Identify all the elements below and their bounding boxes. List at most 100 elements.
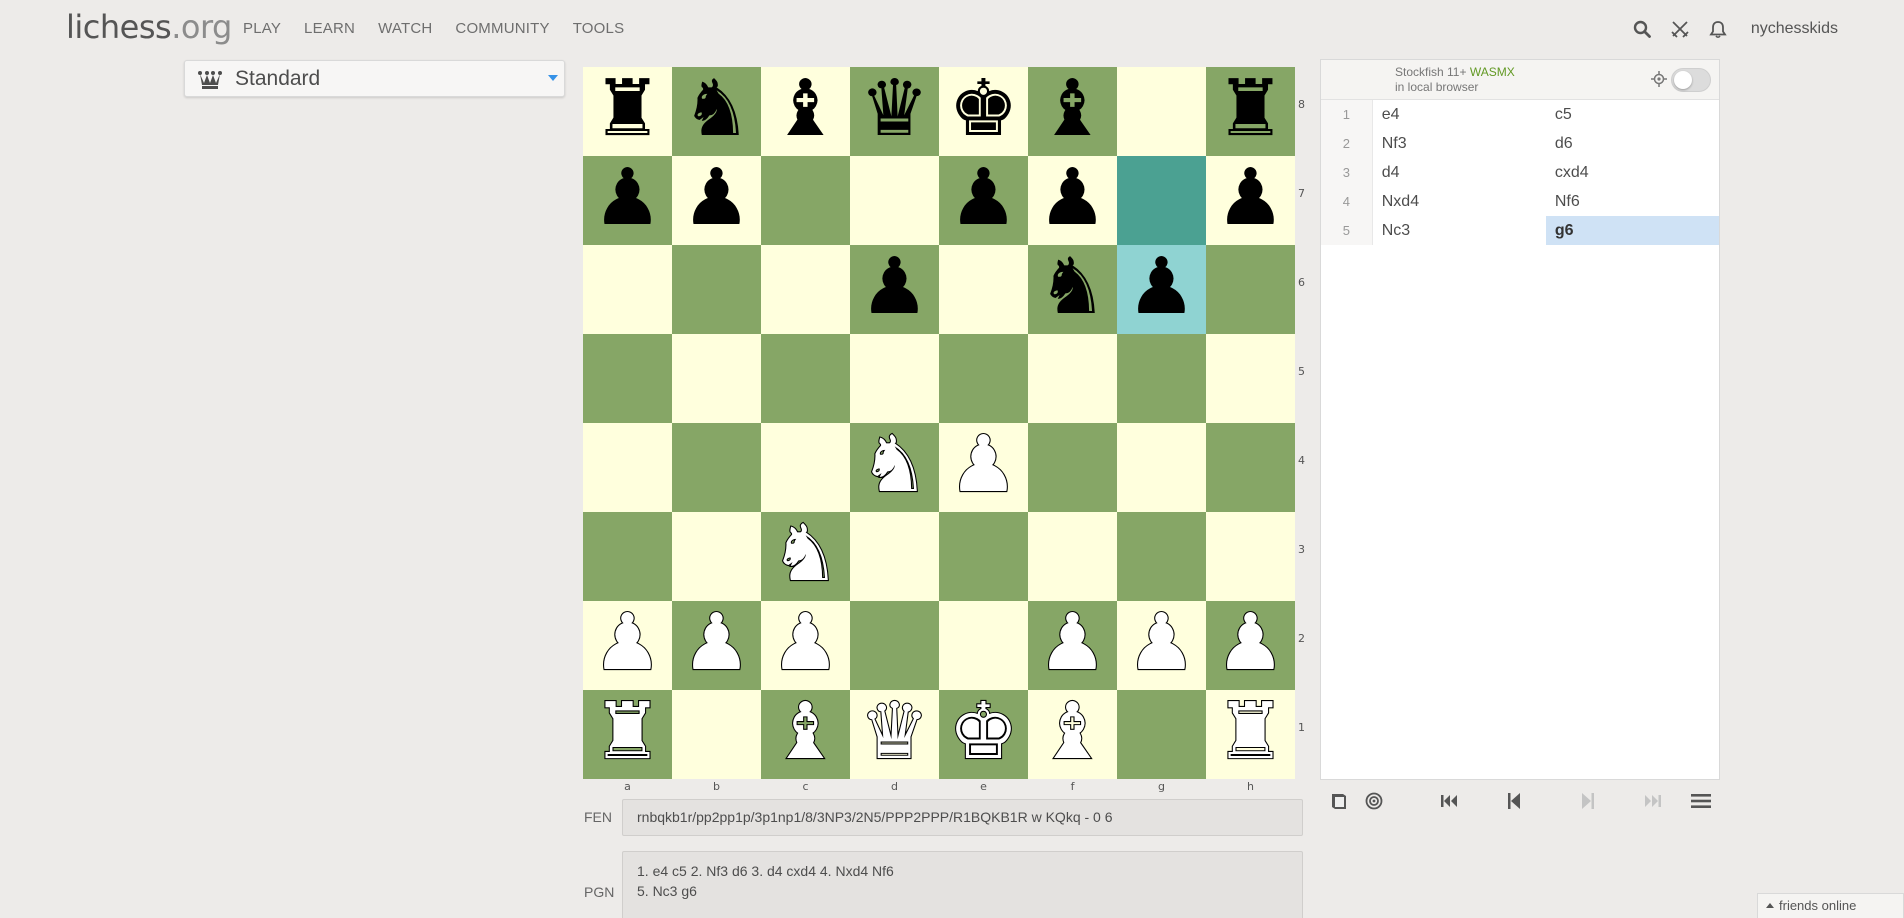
site-logo[interactable]: lichess.org (66, 8, 232, 46)
engine-toggle[interactable] (1671, 68, 1711, 92)
square-a7[interactable]: ♟ (583, 156, 672, 245)
black-bishop-icon[interactable]: ♝ (1038, 70, 1108, 148)
square-f5[interactable] (1028, 334, 1117, 423)
square-b6[interactable] (672, 245, 761, 334)
square-d2[interactable] (850, 601, 939, 690)
nav-learn[interactable]: LEARN (304, 20, 355, 37)
next-move-icon[interactable] (1577, 790, 1599, 812)
square-g1[interactable] (1117, 690, 1206, 779)
square-e4[interactable]: ♟ (939, 423, 1028, 512)
black-move[interactable]: g6 (1545, 216, 1720, 245)
first-move-icon[interactable] (1438, 790, 1460, 812)
black-pawn-icon[interactable]: ♟ (1127, 248, 1197, 326)
black-move[interactable]: Nf6 (1546, 187, 1719, 216)
square-a2[interactable]: ♟ (583, 601, 672, 690)
white-rook-icon[interactable]: ♜ (591, 691, 663, 771)
white-king-icon[interactable]: ♚ (947, 691, 1019, 771)
white-move[interactable]: Nxd4 (1373, 187, 1546, 216)
square-a6[interactable] (583, 245, 672, 334)
square-e2[interactable] (939, 601, 1028, 690)
square-d5[interactable] (850, 334, 939, 423)
square-c8[interactable]: ♝ (761, 67, 850, 156)
square-g3[interactable] (1117, 512, 1206, 601)
black-rook-icon[interactable]: ♜ (593, 70, 663, 148)
square-e8[interactable]: ♚ (939, 67, 1028, 156)
square-h3[interactable] (1206, 512, 1295, 601)
square-a5[interactable] (583, 334, 672, 423)
square-d7[interactable] (850, 156, 939, 245)
white-pawn-icon[interactable]: ♟ (591, 602, 663, 682)
fen-input[interactable]: rnbqkb1r/pp2pp1p/3p1np1/8/3NP3/2N5/PPP2P… (622, 799, 1303, 836)
black-pawn-icon[interactable]: ♟ (1038, 159, 1108, 237)
square-e1[interactable]: ♚ (939, 690, 1028, 779)
nav-play[interactable]: PLAY (243, 20, 281, 37)
square-c6[interactable] (761, 245, 850, 334)
bell-icon[interactable] (1707, 18, 1729, 40)
square-a8[interactable]: ♜ (583, 67, 672, 156)
book-icon[interactable] (1328, 790, 1350, 812)
nav-community[interactable]: COMMUNITY (455, 20, 549, 37)
chess-board[interactable]: ♜ ♞ ♝ ♛ ♚ ♝ ♜ ♟ ♟ ♟ ♟ ♟ ♟ ♞ ♟ ♞ ♟ ♞ ♟ ♟ ♟ ♟ ♟ ♟ ♜ ♝ ♛ ♚ ♝ ♜ (583, 67, 1295, 779)
square-e3[interactable] (939, 512, 1028, 601)
white-pawn-icon[interactable]: ♟ (680, 602, 752, 682)
search-icon[interactable] (1631, 18, 1653, 40)
variant-select[interactable]: Standard (184, 60, 565, 97)
square-h4[interactable] (1206, 423, 1295, 512)
square-f3[interactable] (1028, 512, 1117, 601)
square-g4[interactable] (1117, 423, 1206, 512)
square-b8[interactable]: ♞ (672, 67, 761, 156)
crosshair-icon[interactable] (1651, 71, 1667, 87)
black-knight-icon[interactable]: ♞ (1038, 248, 1108, 326)
black-rook-icon[interactable]: ♜ (1216, 70, 1286, 148)
square-c1[interactable]: ♝ (761, 690, 850, 779)
pgn-textarea[interactable]: 1. e4 c5 2. Nf3 d6 3. d4 cxd4 4. Nxd4 Nf… (622, 851, 1303, 918)
square-h8[interactable]: ♜ (1206, 67, 1295, 156)
black-pawn-icon[interactable]: ♟ (593, 159, 663, 237)
square-e7[interactable]: ♟ (939, 156, 1028, 245)
square-f8[interactable]: ♝ (1028, 67, 1117, 156)
square-a3[interactable] (583, 512, 672, 601)
user-menu[interactable]: nychesskids (1751, 20, 1838, 38)
white-move[interactable]: Nc3 (1373, 216, 1546, 245)
black-pawn-icon[interactable]: ♟ (860, 248, 930, 326)
black-pawn-icon[interactable]: ♟ (1216, 159, 1286, 237)
white-bishop-icon[interactable]: ♝ (769, 691, 841, 771)
square-h2[interactable]: ♟ (1206, 601, 1295, 690)
black-king-icon[interactable]: ♚ (949, 70, 1019, 148)
black-move[interactable]: c5 (1546, 100, 1719, 129)
square-f4[interactable] (1028, 423, 1117, 512)
square-c3[interactable]: ♞ (761, 512, 850, 601)
friends-online-button[interactable]: friends online (1757, 893, 1904, 918)
square-g5[interactable] (1117, 334, 1206, 423)
white-knight-icon[interactable]: ♞ (769, 513, 841, 593)
menu-icon[interactable] (1690, 790, 1712, 812)
square-a4[interactable] (583, 423, 672, 512)
white-pawn-icon[interactable]: ♟ (1214, 602, 1286, 682)
square-f6[interactable]: ♞ (1028, 245, 1117, 334)
white-queen-icon[interactable]: ♛ (858, 691, 930, 771)
white-knight-icon[interactable]: ♞ (858, 424, 930, 504)
last-move-icon[interactable] (1642, 790, 1664, 812)
square-f1[interactable]: ♝ (1028, 690, 1117, 779)
square-c5[interactable] (761, 334, 850, 423)
square-b1[interactable] (672, 690, 761, 779)
square-f2[interactable]: ♟ (1028, 601, 1117, 690)
white-rook-icon[interactable]: ♜ (1214, 691, 1286, 771)
square-b3[interactable] (672, 512, 761, 601)
prev-move-icon[interactable] (1503, 790, 1525, 812)
white-pawn-icon[interactable]: ♟ (1125, 602, 1197, 682)
square-c4[interactable] (761, 423, 850, 512)
white-pawn-icon[interactable]: ♟ (947, 424, 1019, 504)
nav-tools[interactable]: TOOLS (573, 20, 625, 37)
square-e6[interactable] (939, 245, 1028, 334)
square-a1[interactable]: ♜ (583, 690, 672, 779)
square-f7[interactable]: ♟ (1028, 156, 1117, 245)
square-e5[interactable] (939, 334, 1028, 423)
black-move[interactable]: d6 (1546, 129, 1719, 158)
square-h6[interactable] (1206, 245, 1295, 334)
black-pawn-icon[interactable]: ♟ (682, 159, 752, 237)
square-h7[interactable]: ♟ (1206, 156, 1295, 245)
square-c2[interactable]: ♟ (761, 601, 850, 690)
square-g6[interactable]: ♟ (1117, 245, 1206, 334)
white-bishop-icon[interactable]: ♝ (1036, 691, 1108, 771)
